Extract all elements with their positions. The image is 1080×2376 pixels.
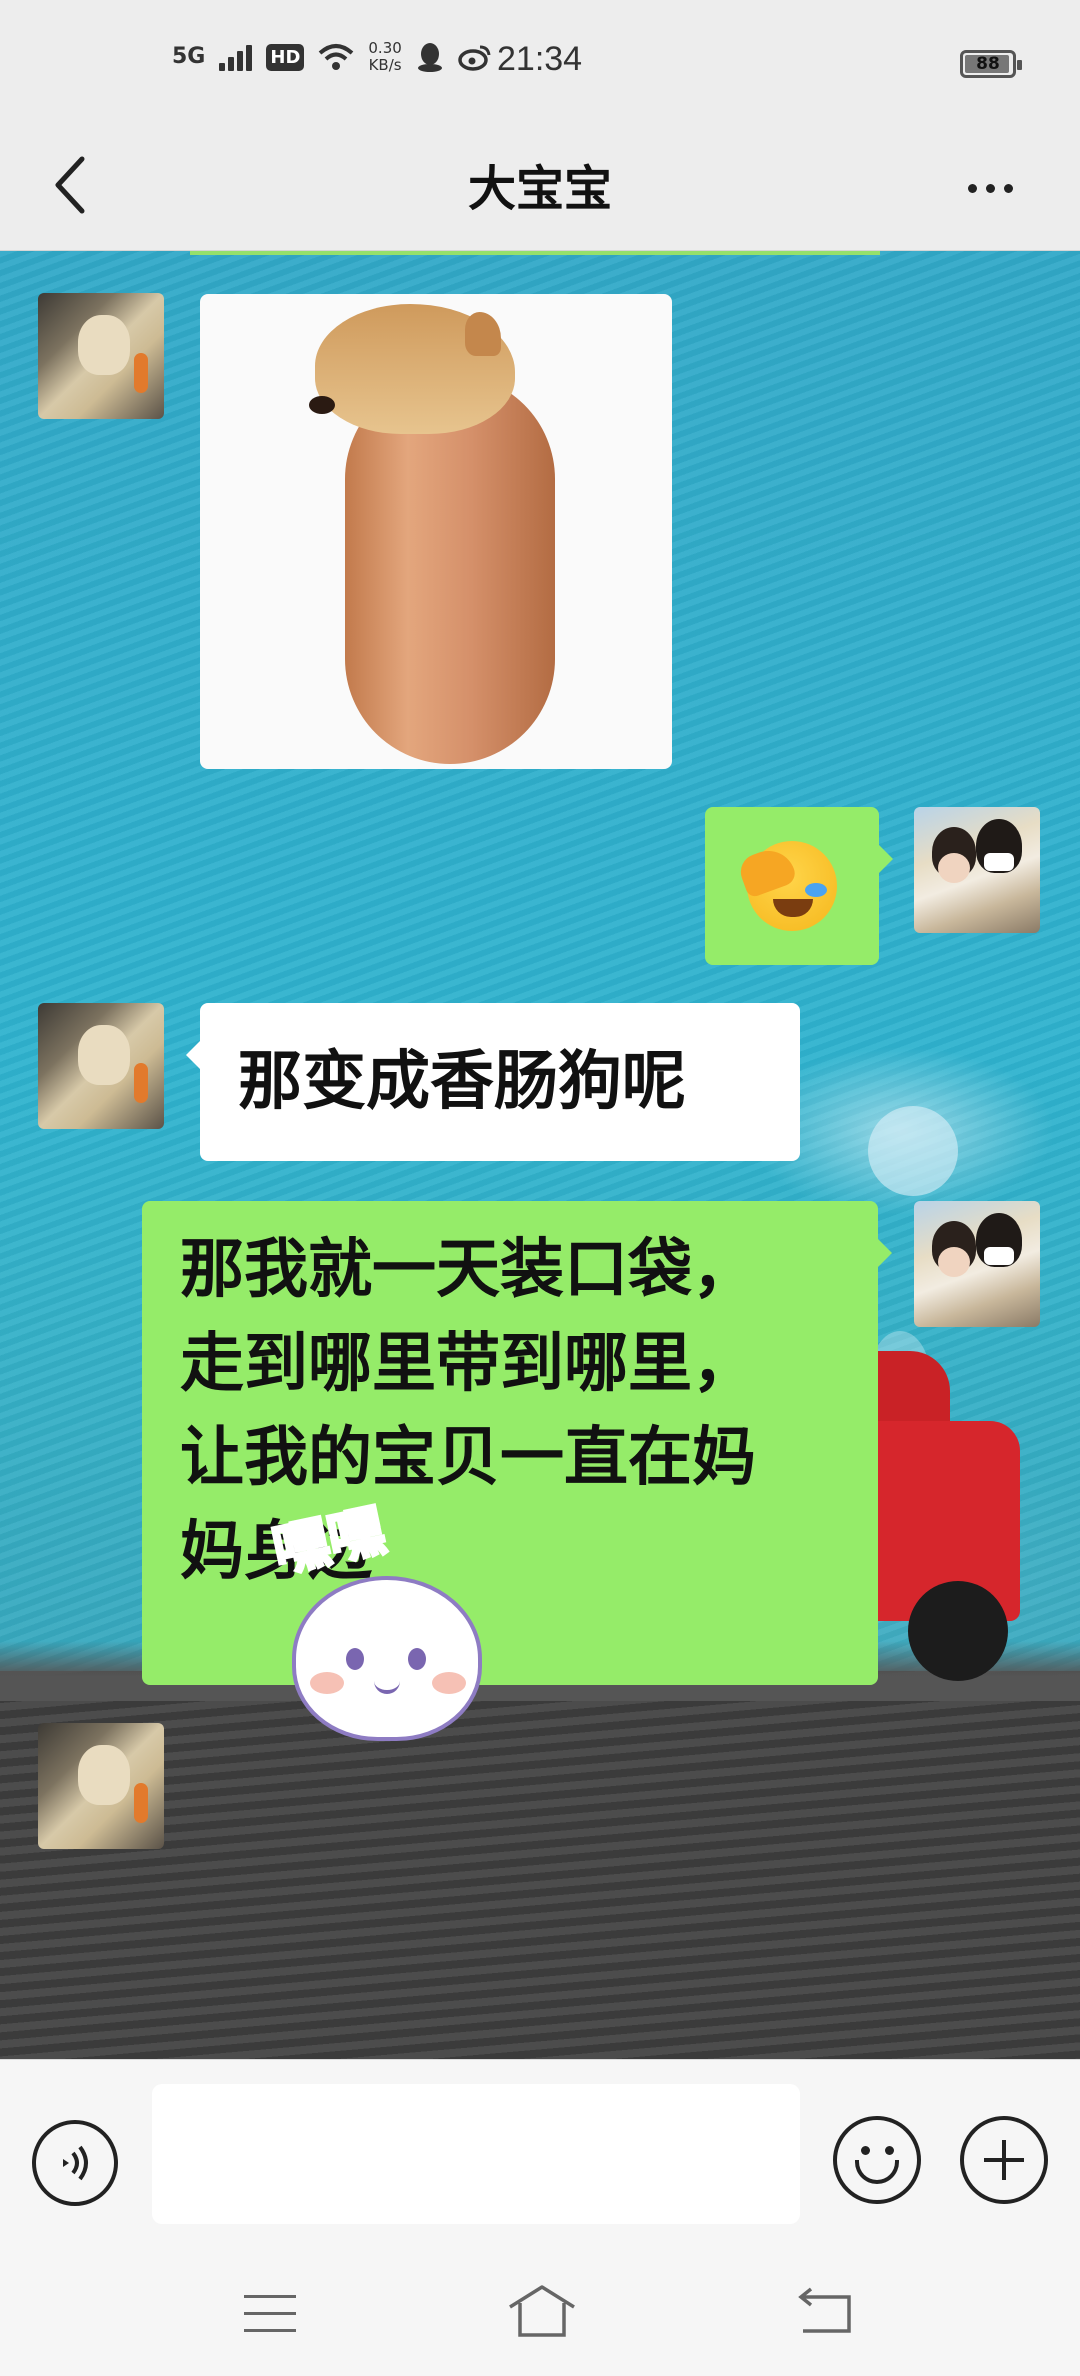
more-dot-icon [1003, 183, 1013, 193]
more-dot-icon [967, 183, 977, 193]
hd-badge: HD [266, 43, 305, 71]
chat-title: 大宝宝 [467, 161, 612, 217]
message-bubble-sent[interactable] [705, 807, 893, 965]
sticker-text: 嘿嘿 [266, 1496, 392, 1586]
system-nav-bar [0, 2255, 1080, 2376]
message-input[interactable] [152, 2084, 800, 2224]
network-type: 5G [172, 44, 206, 69]
clock: 21:34 [497, 40, 583, 78]
contact-avatar[interactable] [38, 1723, 164, 1849]
smiley-icon [861, 2146, 870, 2155]
message-bubble-received[interactable]: 那变成香肠狗呢 [186, 1003, 800, 1161]
my-avatar[interactable] [914, 1201, 1040, 1327]
status-icons: 5G HD 0.30 KB/s [172, 40, 492, 74]
signal-icon [219, 43, 253, 71]
battery-level: 88 [976, 54, 1000, 74]
wifi-icon [319, 44, 354, 70]
more-dot-icon [985, 183, 995, 193]
back-nav-icon[interactable] [795, 2287, 855, 2337]
speed-value: 0.30 [368, 39, 402, 57]
qq-icon [417, 43, 442, 72]
more-options-button[interactable] [950, 153, 1030, 223]
contact-avatar[interactable] [38, 1003, 164, 1129]
my-avatar[interactable] [914, 807, 1040, 933]
battery-icon: 88 [960, 50, 1022, 78]
voice-button[interactable] [32, 2120, 118, 2206]
recent-apps-button[interactable] [244, 2295, 296, 2335]
crying-laughing-emoji-icon [735, 841, 837, 931]
hehe-bun-sticker[interactable]: 嘿嘿 [262, 1496, 512, 1766]
more-functions-button[interactable] [960, 2116, 1048, 2204]
status-bar: 5G HD 0.30 KB/s 21:34 88 [0, 0, 1080, 125]
weibo-icon [458, 45, 491, 71]
home-icon[interactable] [506, 2283, 578, 2339]
voice-icon [63, 2145, 88, 2181]
speed-unit: KB/s [368, 56, 402, 74]
wallpaper-wheel [908, 1581, 1008, 1681]
emoji-button[interactable] [833, 2116, 921, 2204]
input-bar [0, 2059, 1080, 2255]
previous-message-edge [190, 251, 880, 255]
message-text: 那变成香肠狗呢 [238, 1045, 686, 1119]
chat-scroll-area[interactable]: 那变成香肠狗呢 那我就一天装口袋， 走到哪里带到哪里， 让我的宝贝一直在妈 妈身… [0, 251, 1080, 2059]
bun-face-icon [292, 1576, 482, 1741]
wallpaper-cloud [868, 1106, 958, 1196]
sausage-dog-sticker[interactable] [200, 294, 672, 769]
network-speed: 0.30 KB/s [368, 40, 401, 74]
chat-header: 大宝宝 [0, 125, 1080, 251]
contact-avatar[interactable] [38, 293, 164, 419]
